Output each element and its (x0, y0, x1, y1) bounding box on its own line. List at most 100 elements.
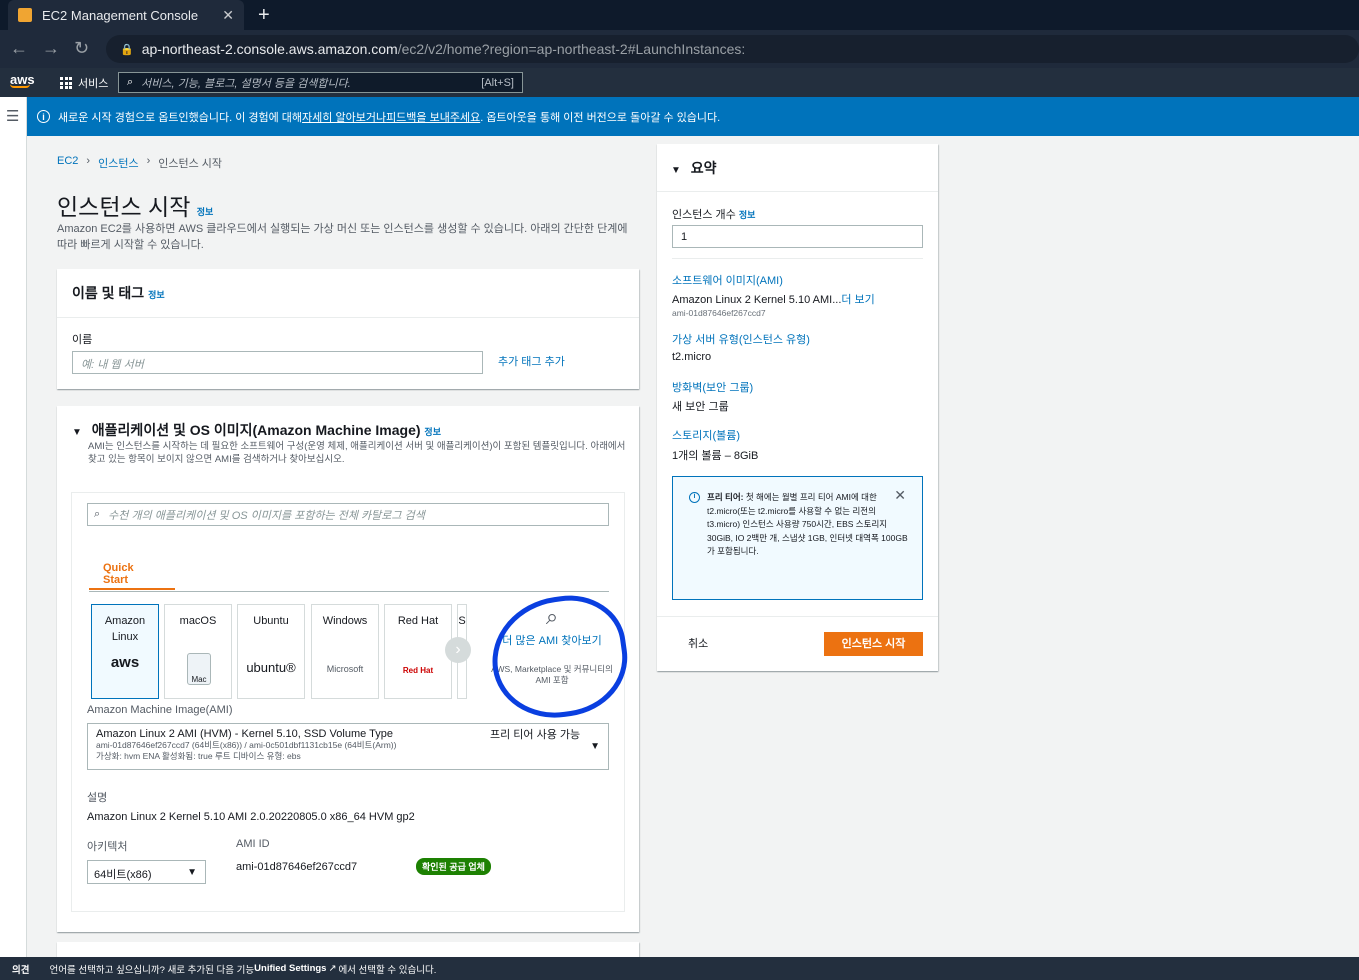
side-nav-rail: ☰ (0, 97, 27, 957)
os-label: S (458, 615, 466, 627)
arch-label: 아키텍처 (87, 841, 128, 853)
chevron-right-icon: › (146, 155, 151, 167)
os-option-windows[interactable]: Windows Microsoft (311, 604, 379, 699)
storage-value: 1개의 볼륨 – 8GiB (672, 450, 759, 462)
services-menu[interactable]: 서비스 (60, 75, 108, 91)
caret-down-icon: ▼ (72, 427, 82, 438)
back-icon[interactable]: ← (10, 38, 28, 59)
info-icon: i (689, 492, 700, 503)
browse-more-label: 더 많은 AMI 찾아보기 (502, 635, 602, 647)
storage-link[interactable]: 스토리지(볼륨) (672, 427, 740, 443)
ubuntu-logo-icon: ubuntu® (246, 660, 296, 675)
page-title-text: 인스턴스 시작 (57, 194, 191, 220)
mac-logo-icon: Mac (187, 653, 211, 685)
reload-icon[interactable]: ↻ (74, 38, 89, 59)
name-input[interactable]: 예: 내 웹 서버 (72, 351, 483, 374)
caret-down-icon: ▼ (187, 867, 197, 878)
os-option-redhat[interactable]: Red Hat Red Hat (384, 604, 452, 699)
ami-label: Amazon Machine Image(AMI) (87, 704, 233, 716)
software-image-id: ami-01d87646ef267ccd7 (672, 308, 766, 318)
chevron-right-icon[interactable]: › (445, 637, 471, 663)
search-shortcut: [Alt+S] (481, 76, 514, 89)
name-tags-title: 이름 및 태그 (72, 285, 145, 301)
ami-select[interactable]: Amazon Linux 2 AMI (HVM) - Kernel 5.10, … (87, 723, 609, 770)
name-tags-info-link[interactable]: 정보 (148, 290, 165, 300)
external-link-icon: ↗ (328, 963, 337, 974)
unified-settings-link[interactable]: Unified Settings (254, 963, 326, 974)
aws-logo[interactable]: aws (10, 72, 35, 88)
ami-desc-value: Amazon Linux 2 Kernel 5.10 AMI 2.0.20220… (87, 811, 415, 823)
ami-header[interactable]: ▼ 애플리케이션 및 OS 이미지(Amazon Machine Image) … (72, 420, 441, 440)
banner-text-start: 새로운 시작 경험으로 옵트인했습니다. 이 경험에 대해 (58, 111, 303, 124)
ami-id-value: ami-01d87646ef267ccd7 (236, 861, 358, 873)
os-label: Amazon Linux (104, 615, 146, 643)
url-host: ap-northeast-2.console.aws.amazon.com (141, 41, 398, 57)
firewall-link[interactable]: 방화벽(보안 그룹) (672, 379, 753, 395)
chevron-right-icon: › (86, 155, 91, 167)
aws-logo-icon: aws (110, 654, 140, 671)
ami-search-input[interactable]: ⌕ 수천 개의 애플리케이션 및 OS 이미지를 포함하는 전체 카탈로그 검색 (87, 503, 609, 526)
summary-header[interactable]: ▼ 요약 (657, 144, 938, 192)
see-more-link[interactable]: 더 보기 (841, 294, 874, 306)
learn-more-link[interactable]: 자세히 알아보거나 (302, 109, 386, 125)
feedback-button[interactable]: 의견 (12, 962, 29, 976)
page-title: 인스턴스 시작 정보 (57, 188, 213, 222)
instance-count-info-link[interactable]: 정보 (739, 210, 756, 220)
arch-select[interactable]: 64비트(x86) ▼ (87, 860, 206, 884)
tab-title: EC2 Management Console (42, 7, 199, 23)
arch-value: 64비트(x86) (94, 869, 152, 881)
aws-nav-bar: aws 서비스 ⌕ 서비스, 기능, 블로그, 설명서 등을 검색합니다. [A… (0, 68, 1359, 97)
grid-icon (60, 77, 72, 89)
footer-text-start: 언어를 선택하고 싶으십니까? 새로 추가된 다음 기능 (49, 964, 255, 976)
browser-tab[interactable]: EC2 Management Console ✕ (8, 0, 244, 30)
os-option-amazon-linux[interactable]: Amazon Linux aws (91, 604, 159, 699)
tab-divider (89, 591, 609, 592)
name-tags-header: 이름 및 태그 정보 (57, 269, 639, 318)
breadcrumb-ec2[interactable]: EC2 (57, 155, 78, 171)
ami-selected-ids: ami-01d87646ef267ccd7 (64비트(x86)) / ami-… (96, 740, 397, 750)
software-image-link[interactable]: 소프트웨어 이미지(AMI) (672, 272, 783, 288)
instance-count-input[interactable]: 1 (672, 225, 923, 248)
feedback-link[interactable]: 피드백을 보내주세요 (386, 109, 480, 125)
search-placeholder: 서비스, 기능, 블로그, 설명서 등을 검색합니다. (141, 77, 351, 90)
close-icon[interactable]: ✕ (894, 488, 906, 503)
forward-icon[interactable]: → (42, 38, 60, 59)
free-tier-alert: i ✕ 프리 티어: 첫 해에는 월별 프리 티어 AMI에 대한 t2.mic… (672, 476, 923, 600)
services-label: 서비스 (78, 78, 109, 90)
console-search-input[interactable]: ⌕ 서비스, 기능, 블로그, 설명서 등을 검색합니다. [Alt+S] (118, 72, 523, 93)
browse-more-amis[interactable]: ⌕ 더 많은 AMI 찾아보기 AWS, Marketplace 및 커뮤니티의… (490, 604, 614, 704)
url-path: /ec2/v2/home?region=ap-northeast-2#Launc… (397, 41, 746, 57)
breadcrumb-instances[interactable]: 인스턴스 (98, 155, 138, 171)
new-tab-icon[interactable]: + (258, 4, 270, 27)
firewall-value: 새 보안 그룹 (672, 401, 729, 413)
caret-down-icon: ▼ (671, 165, 681, 176)
instance-type-link[interactable]: 가상 서버 유형(인스턴스 유형) (672, 331, 810, 347)
tab-quick-start[interactable]: Quick Start (89, 555, 175, 590)
close-tab-icon[interactable]: ✕ (222, 7, 234, 24)
verified-provider-badge: 확인된 공급 업체 (416, 858, 491, 875)
os-label: Ubuntu (253, 615, 289, 627)
menu-icon[interactable]: ☰ (6, 107, 19, 125)
url-field[interactable]: 🔒 ap-northeast-2.console.aws.amazon.com … (106, 35, 1359, 63)
os-option-macos[interactable]: macOS Mac (164, 604, 232, 699)
divider (657, 616, 938, 617)
browser-tab-bar: EC2 Management Console ✕ + (0, 0, 1359, 30)
ami-selector: ⌕ 수천 개의 애플리케이션 및 OS 이미지를 포함하는 전체 카탈로그 검색… (71, 492, 635, 912)
caret-down-icon: ▼ (590, 741, 600, 752)
search-icon: ⌕ (94, 508, 101, 520)
summary-panel: ▼ 요약 인스턴스 개수 정보 1 소프트웨어 이미지(AMI) Amazon … (657, 144, 938, 671)
ami-desc-label: 설명 (87, 792, 108, 804)
ami-selected-meta: 가상화: hvm ENA 활성화됨: true 루트 디바이스 유형: ebs (96, 751, 301, 761)
software-image-value: Amazon Linux 2 Kernel 5.10 AMI...더 보기 (672, 291, 875, 307)
microsoft-logo-icon: Microsoft (326, 664, 364, 674)
os-option-ubuntu[interactable]: Ubuntu ubuntu® (237, 604, 305, 699)
banner-text-end: . 옵트아웃을 통해 이전 버전으로 돌아갈 수 있습니다. (480, 111, 721, 124)
opt-in-banner: i 새로운 시작 경험으로 옵트인했습니다. 이 경험에 대해 자세히 알아보거… (27, 97, 1359, 136)
ami-info-link[interactable]: 정보 (424, 427, 441, 437)
add-tags-link[interactable]: 추가 태그 추가 (498, 353, 565, 369)
cancel-button[interactable]: 취소 (688, 635, 708, 651)
page-info-link[interactable]: 정보 (197, 207, 214, 217)
ami-panel: ▼ 애플리케이션 및 OS 이미지(Amazon Machine Image) … (57, 406, 639, 932)
console-footer: 의견 언어를 선택하고 싶으십니까? 새로 추가된 다음 기능 Unified … (0, 957, 1359, 980)
launch-instance-button[interactable]: 인스턴스 시작 (824, 632, 923, 656)
